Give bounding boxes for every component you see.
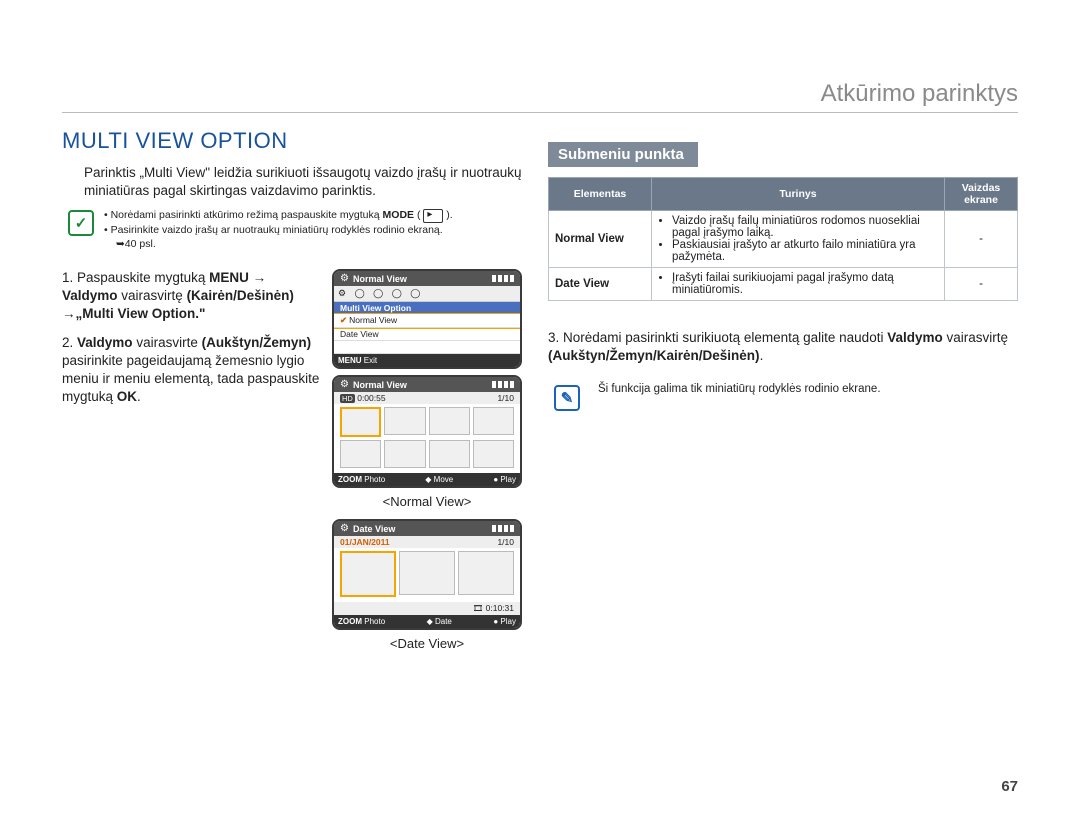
battery-icon	[492, 525, 514, 532]
thumbnail	[340, 551, 396, 597]
step-1: 1. Paspauskite mygtuką MENU → Valdymo va…	[62, 269, 322, 324]
info-note: ✎ Ši funkcija galima tik miniatiūrų rody…	[554, 383, 1018, 411]
table-row: Normal View Vaizdo įrašų failų miniatiūr…	[549, 211, 1018, 268]
thumbnail	[429, 440, 470, 468]
figure-label-date: <Date View>	[332, 636, 522, 651]
page-number: 67	[1001, 778, 1018, 795]
battery-icon	[492, 275, 514, 282]
thumbnail	[458, 551, 514, 595]
info-note-text: Ši funkcija galima tik miniatiūrų rodykl…	[598, 383, 881, 395]
header-rule	[62, 112, 1018, 113]
thumbnail	[429, 407, 470, 435]
figure-menu: ⚙ Normal View ⚙ ◯ ◯ ◯ ◯ Multi View Optio…	[332, 269, 522, 369]
thumbnail	[473, 440, 514, 468]
figure-normal-view: ⚙ Normal View HD 0:00:55 1/10	[332, 375, 522, 488]
thumbnail	[384, 440, 425, 468]
menu-item-normal-view: ✔Normal View	[334, 314, 520, 328]
step-3: 3. Norėdami pasirinkti surikiuotą elemen…	[548, 329, 1018, 365]
thumbnail	[340, 407, 381, 437]
gear-icon: ⚙	[340, 379, 349, 390]
gear-icon: ⚙	[340, 273, 349, 284]
thumbnail	[340, 440, 381, 468]
checkmark-icon: ✓	[68, 210, 94, 236]
menu-item-date-view: Date View	[334, 328, 520, 341]
figure-date-view: ⚙ Date View 01/JAN/2011 1/10	[332, 519, 522, 630]
precheck-bullets: Norėdami pasirinkti atkūrimo režimą pasp…	[104, 208, 453, 251]
section-heading: MULTI VIEW OPTION	[62, 128, 532, 154]
menu-icon-strip: ⚙ ◯ ◯ ◯ ◯	[334, 286, 520, 302]
thumbnail	[384, 407, 425, 435]
thumbnail	[473, 407, 514, 435]
intro-text: Parinktis „Multi View" leidžia surikiuot…	[84, 164, 532, 200]
chapter-title: Atkūrimo parinktys	[821, 80, 1018, 108]
info-icon: ✎	[554, 385, 580, 411]
submenu-heading: Submeniu punkta	[548, 142, 698, 167]
menu-header: Multi View Option	[334, 302, 520, 314]
steps-text: 1. Paspauskite mygtuką MENU → Valdymo va…	[62, 269, 322, 661]
menu-item-empty	[334, 341, 520, 354]
battery-icon	[492, 381, 514, 388]
gear-icon: ⚙	[340, 523, 349, 534]
table-row: Date View Įrašyti failai surikiuojami pa…	[549, 268, 1018, 301]
table-header-image: Vaizdas ekrane	[945, 178, 1018, 211]
table-header-content: Turinys	[652, 178, 945, 211]
step-2: 2. Valdymo vairasvirte (Aukštyn/Žemyn) p…	[62, 334, 322, 407]
submenu-table: Elementas Turinys Vaizdas ekrane Normal …	[548, 177, 1018, 301]
thumbnail	[399, 551, 455, 595]
precheck-note: ✓ Norėdami pasirinkti atkūrimo režimą pa…	[68, 208, 532, 251]
mode-button-icon	[423, 209, 443, 223]
table-header-element: Elementas	[549, 178, 652, 211]
figure-label-normal: <Normal View>	[332, 494, 522, 509]
